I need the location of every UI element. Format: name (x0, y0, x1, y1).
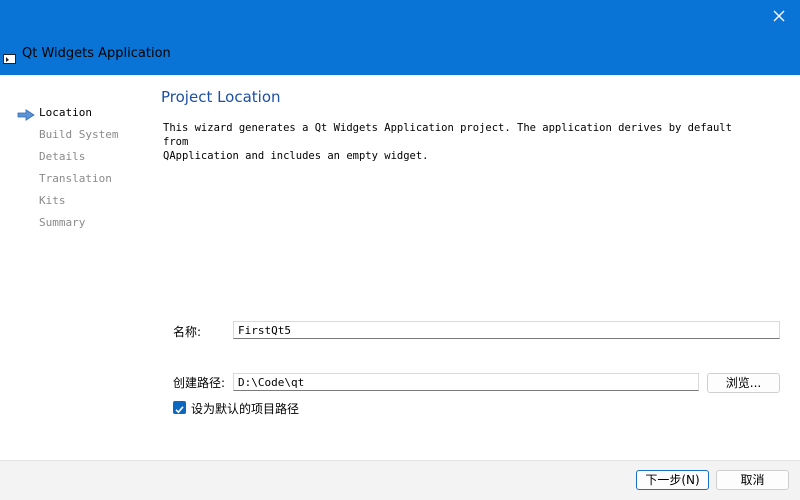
step-build-system: Build System (39, 128, 119, 141)
page-description: This wizard generates a Qt Widgets Appli… (163, 121, 763, 163)
name-label: 名称: (173, 325, 202, 339)
name-field[interactable]: FirstQt5 (233, 321, 780, 339)
window-title: Qt Widgets Application (22, 46, 171, 61)
default-path-checkbox[interactable] (173, 401, 186, 414)
next-button[interactable]: 下一步(N) (636, 470, 709, 490)
step-translation: Translation (39, 172, 112, 185)
browse-button[interactable]: 浏览... (707, 373, 780, 393)
description-line-1: This wizard generates a Qt Widgets Appli… (163, 122, 732, 148)
step-details: Details (39, 150, 86, 163)
close-button[interactable] (766, 4, 792, 28)
description-line-2: QApplication and includes an empty widge… (163, 150, 429, 162)
title-bar: Qt Widgets Application (0, 0, 800, 75)
path-label: 创建路径: (173, 376, 226, 390)
default-path-label: 设为默认的项目路径 (191, 402, 300, 416)
step-location: Location (39, 106, 92, 119)
path-field[interactable]: D:\Code\qt (233, 373, 699, 391)
checkmark-icon (175, 406, 184, 414)
page-title: Project Location (161, 88, 281, 106)
app-icon (3, 49, 16, 64)
current-step-arrow-icon (17, 106, 35, 121)
cancel-button[interactable]: 取消 (716, 470, 789, 490)
close-icon (773, 10, 785, 22)
step-kits: Kits (39, 194, 66, 207)
step-summary: Summary (39, 216, 86, 229)
